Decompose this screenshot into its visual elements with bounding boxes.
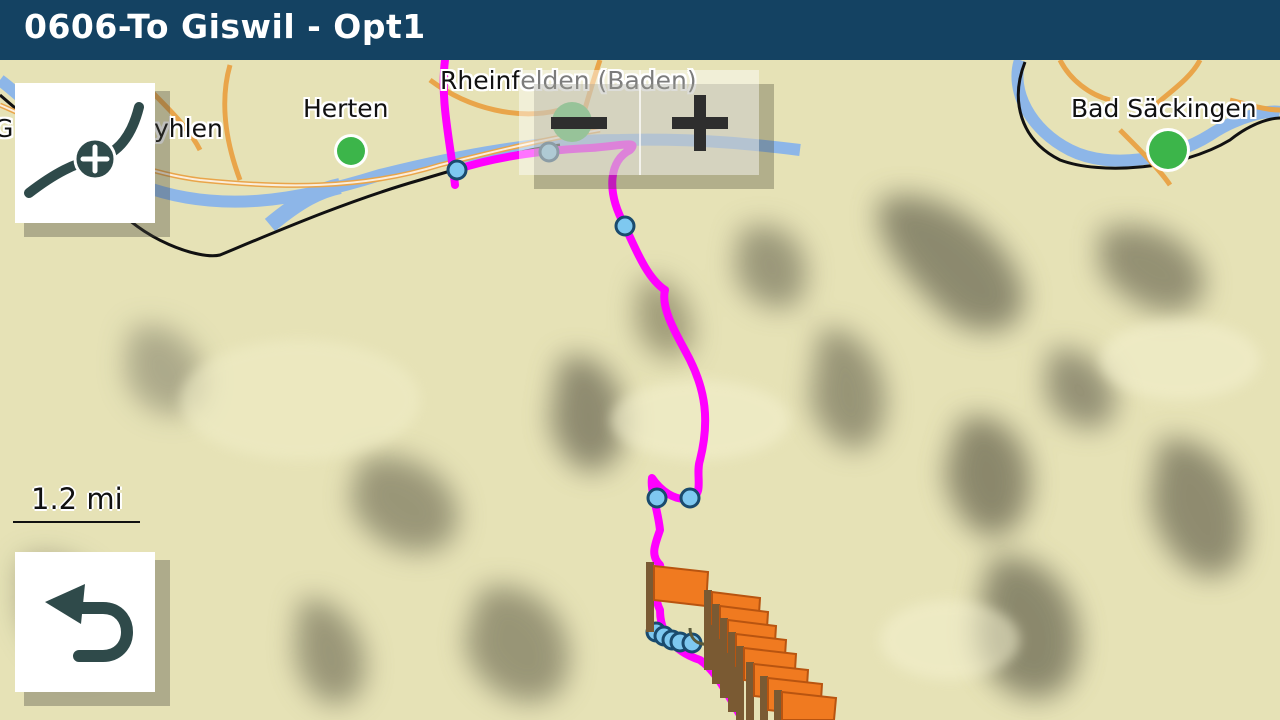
waypoint-marker	[646, 487, 668, 509]
scale-label: 1.2 mi	[31, 482, 123, 516]
zoom-in-button[interactable]	[640, 70, 759, 175]
waypoint-marker	[614, 215, 636, 237]
map-scale: 1.2 mi	[13, 482, 140, 524]
back-button[interactable]	[15, 552, 155, 692]
place-label-partial-west: G	[0, 114, 14, 143]
curve-plus-icon	[24, 102, 144, 198]
plus-icon	[671, 94, 728, 151]
add-route-button[interactable]	[15, 83, 155, 223]
flag-pole	[646, 562, 654, 632]
back-arrow-icon	[45, 584, 133, 662]
zoom-controls	[519, 70, 774, 189]
scale-line	[13, 521, 140, 523]
waypoint-marker	[446, 159, 468, 181]
zoom-out-button[interactable]	[519, 70, 638, 175]
place-label-herten: Herten	[303, 94, 389, 123]
title-bar: 0606-To Giswil - Opt1	[0, 0, 1280, 60]
place-label-bad-saeckingen: Bad Säckingen	[1071, 94, 1257, 123]
minus-icon	[550, 116, 607, 129]
route-title: 0606-To Giswil - Opt1	[24, 7, 426, 46]
waypoint-marker	[679, 487, 701, 509]
flag-banner	[653, 564, 710, 608]
